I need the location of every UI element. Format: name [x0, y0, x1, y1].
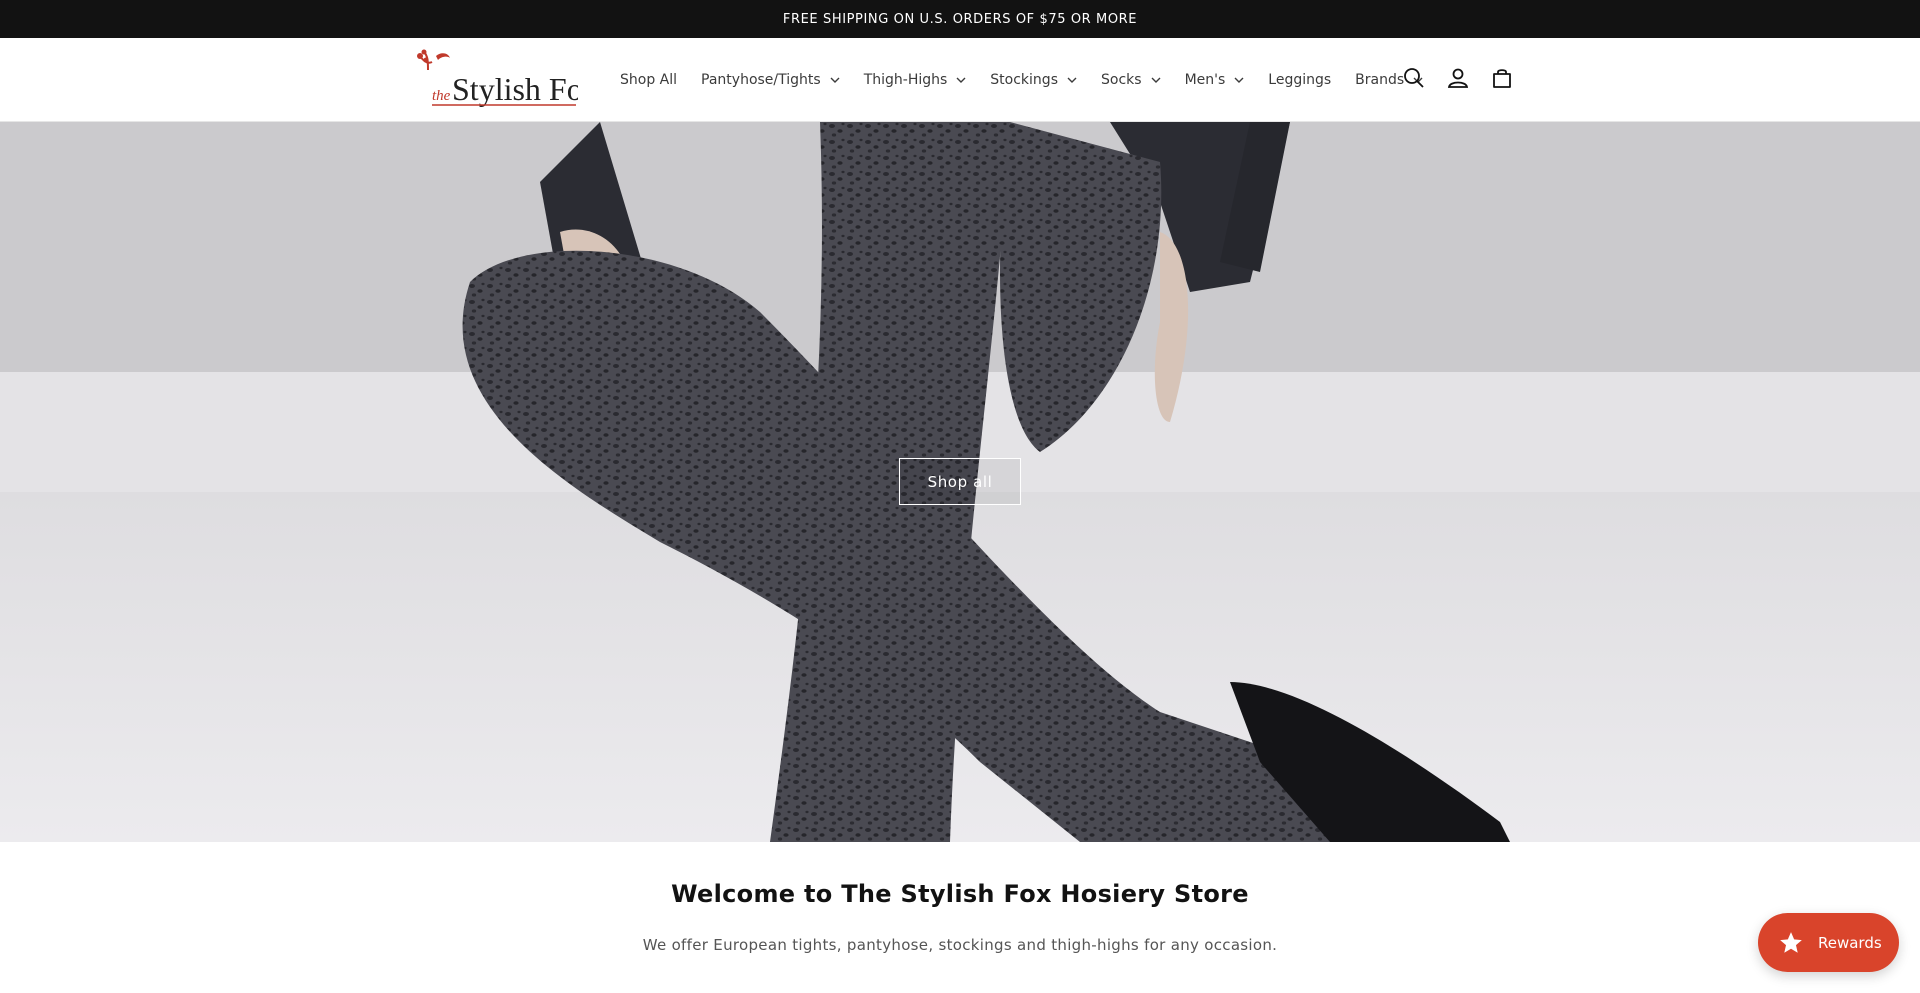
nav-pantyhose-tights[interactable]: Pantyhose/Tights [689, 60, 852, 100]
nav-label: Socks [1101, 72, 1142, 88]
nav-label: Thigh-Highs [863, 72, 948, 88]
nav-label: Stockings [990, 72, 1058, 88]
header-icons [1392, 38, 1524, 122]
nav-thigh-highs[interactable]: Thigh-Highs [852, 60, 979, 100]
nav-label: Shop All [620, 72, 678, 88]
star-icon [1778, 930, 1804, 956]
chevron-down-icon [830, 77, 840, 83]
account-button[interactable] [1436, 58, 1480, 102]
chevron-down-icon [1067, 77, 1077, 83]
account-icon [1447, 67, 1469, 93]
chevron-down-icon [956, 77, 966, 83]
cart-button[interactable] [1480, 58, 1524, 102]
site-header: the Stylish Fox Shop All Pantyhose/Tight… [0, 38, 1920, 122]
nav-leggings[interactable]: Leggings [1256, 60, 1343, 100]
logo-word-small: the [432, 88, 451, 104]
cart-icon [1491, 67, 1513, 93]
rewards-label: Rewards [1818, 933, 1882, 952]
welcome-title: Welcome to The Stylish Fox Hosiery Store [671, 880, 1249, 908]
nav-socks[interactable]: Socks [1089, 60, 1173, 100]
chevron-down-icon [1151, 77, 1161, 83]
shop-all-hero-button[interactable]: Shop all [899, 458, 1021, 505]
search-button[interactable] [1392, 58, 1436, 102]
nav-stockings[interactable]: Stockings [978, 60, 1089, 100]
store-logo[interactable]: the Stylish Fox [414, 48, 578, 110]
nav-label: Men's [1184, 72, 1226, 88]
search-icon [1403, 67, 1425, 93]
nav-label: Pantyhose/Tights [701, 72, 821, 88]
fox-logo-graphic: the Stylish Fox [417, 49, 578, 107]
rewards-button[interactable]: Rewards [1758, 913, 1899, 972]
logo-word-main: Stylish Fox [452, 71, 578, 107]
chevron-down-icon [1234, 77, 1244, 83]
nav-shop-all[interactable]: Shop All [608, 60, 689, 100]
main-navigation: Shop All Pantyhose/Tights Thigh-Highs St… [608, 38, 1435, 122]
nav-mens[interactable]: Men's [1173, 60, 1257, 100]
hero-button-label: Shop all [927, 472, 993, 491]
announcement-text: FREE SHIPPING ON U.S. ORDERS OF $75 OR M… [782, 11, 1138, 27]
announcement-bar: FREE SHIPPING ON U.S. ORDERS OF $75 OR M… [0, 0, 1920, 38]
nav-label: Leggings [1268, 72, 1332, 88]
welcome-text: We offer European tights, pantyhose, sto… [642, 936, 1278, 954]
hero-banner: Shop all [0, 122, 1920, 842]
